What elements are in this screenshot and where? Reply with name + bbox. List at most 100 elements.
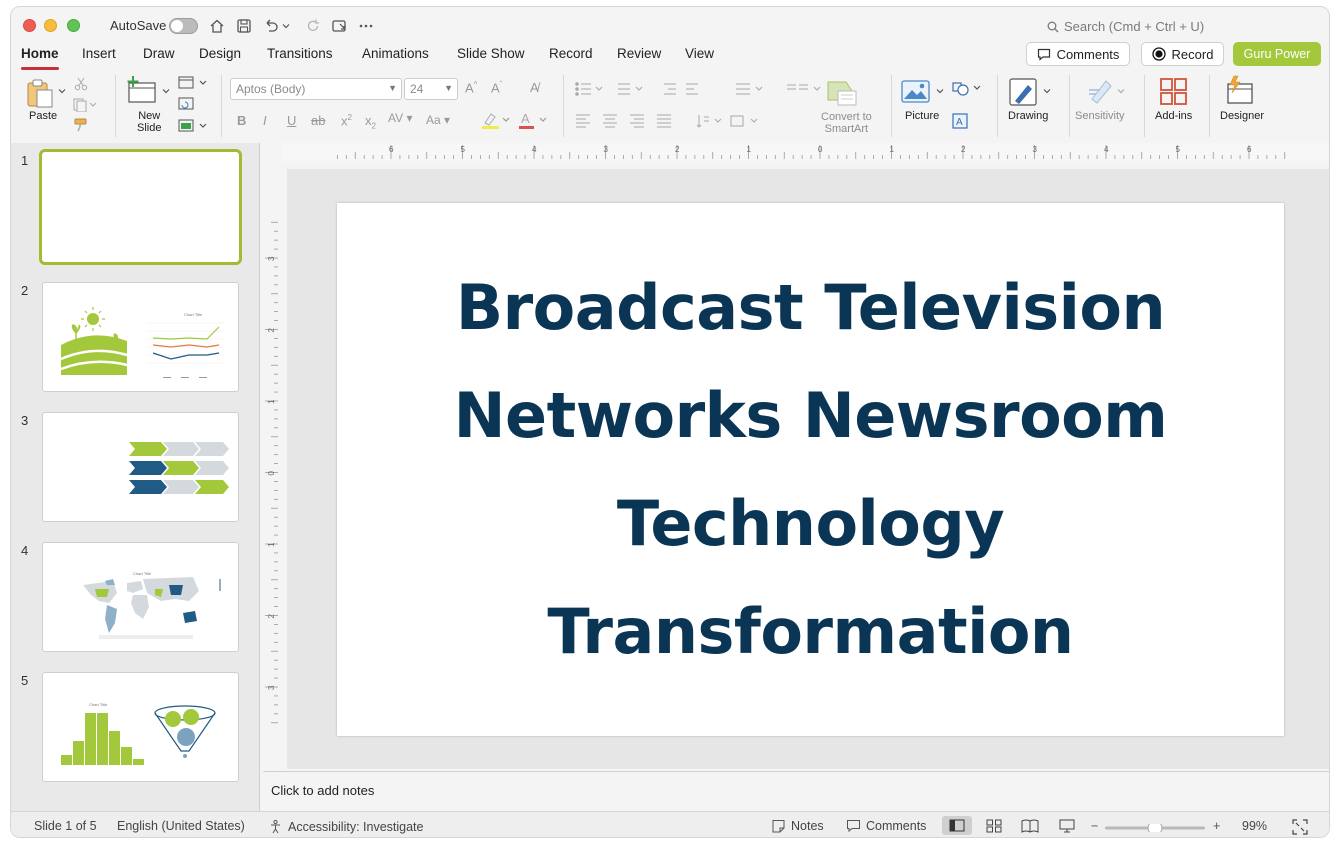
drawing-icon[interactable]	[1008, 77, 1040, 107]
close-window-button[interactable]	[23, 19, 36, 32]
zoom-level[interactable]: 99%	[1242, 819, 1267, 833]
record-button[interactable]: Record	[1141, 42, 1224, 66]
reading-view-button[interactable]	[1015, 816, 1045, 835]
text-direction-icons[interactable]	[695, 113, 775, 129]
subscript-icon[interactable]: x2	[365, 113, 376, 131]
strikethrough-icon[interactable]: ab	[311, 113, 325, 128]
columns-icon[interactable]	[784, 81, 824, 97]
comment-icon	[1037, 48, 1050, 61]
add-ins-label: Add-ins	[1155, 110, 1193, 122]
clear-formatting-icon[interactable]: A̸	[530, 80, 539, 95]
search-box[interactable]: Search (Cmd + Ctrl + U)	[1047, 19, 1204, 34]
slide-title-text[interactable]: Broadcast Television Networks Newsroom T…	[381, 254, 1241, 686]
undo-icon[interactable]	[261, 16, 281, 36]
paragraph-list-icons[interactable]	[574, 81, 774, 97]
drawing-dropdown-icon[interactable]	[1043, 87, 1051, 95]
increase-font-size-icon[interactable]: A^	[465, 80, 477, 95]
zoom-slider[interactable]	[1105, 824, 1209, 832]
new-slide-dropdown-icon[interactable]	[162, 87, 170, 95]
more-options-icon[interactable]	[356, 16, 376, 36]
superscript-icon[interactable]: x2	[341, 113, 352, 128]
layout-icon[interactable]	[178, 76, 208, 90]
tab-slide-show[interactable]: Slide Show	[457, 45, 525, 71]
tab-insert[interactable]: Insert	[82, 45, 116, 71]
tab-view[interactable]: View	[685, 45, 714, 71]
thumbnail-slide-3[interactable]	[42, 412, 239, 522]
notes-pane[interactable]: Click to add notes	[263, 771, 1329, 811]
change-case-icon[interactable]: Aa ▾	[426, 113, 450, 127]
tab-draw[interactable]: Draw	[143, 45, 175, 71]
section-icon[interactable]	[178, 119, 208, 133]
cut-icon[interactable]	[74, 77, 88, 91]
redo-icon[interactable]	[303, 16, 323, 36]
text-box-icon[interactable]: A	[952, 113, 968, 129]
thumbnail-slide-5[interactable]: Chart Title	[42, 672, 239, 782]
slide-show-view-button[interactable]	[1052, 816, 1082, 835]
tab-design[interactable]: Design	[199, 45, 241, 71]
copy-icon[interactable]	[73, 98, 97, 112]
ruler-label: 4	[1104, 145, 1109, 154]
decrease-font-size-icon[interactable]: Aˇ	[491, 80, 502, 95]
underline-icon[interactable]: U	[287, 113, 296, 128]
font-name-select[interactable]: Aptos (Body) ▼	[230, 78, 402, 100]
paste-icon[interactable]	[25, 77, 57, 109]
thumbnail-slide-4[interactable]: Chart Title	[42, 542, 239, 652]
shapes-icon[interactable]	[952, 80, 982, 98]
minimize-window-button[interactable]	[44, 19, 57, 32]
undo-dropdown-icon[interactable]	[281, 16, 291, 36]
normal-view-button[interactable]	[942, 816, 972, 835]
present-icon[interactable]	[329, 16, 349, 36]
paste-dropdown-icon[interactable]	[58, 87, 66, 95]
format-painter-icon[interactable]	[73, 118, 89, 132]
ruler-label: 6	[389, 145, 394, 154]
picture-dropdown-icon[interactable]	[936, 87, 944, 95]
accessibility-label: Accessibility: Investigate	[288, 819, 424, 834]
ruler-label: 2	[675, 145, 680, 154]
picture-label: Picture	[905, 110, 940, 122]
autosave-toggle[interactable]	[169, 18, 198, 34]
accessibility-checker[interactable]: Accessibility: Investigate	[268, 819, 423, 834]
bold-icon[interactable]: B	[237, 113, 246, 128]
fit-to-window-icon[interactable]	[1292, 819, 1308, 835]
character-spacing-icon[interactable]: AV ▾	[388, 111, 412, 125]
tab-home[interactable]: Home	[21, 45, 59, 71]
vertical-ruler[interactable]: 3 2 1 0 1 2 3	[263, 167, 279, 771]
current-slide[interactable]: Broadcast Television Networks Newsroom T…	[337, 203, 1284, 736]
thumbnail-slide-1[interactable]	[39, 149, 242, 265]
new-slide-icon[interactable]	[125, 75, 159, 105]
maximize-window-button[interactable]	[67, 19, 80, 32]
save-icon[interactable]	[234, 16, 254, 36]
zoom-out-icon[interactable]: −	[1091, 819, 1098, 833]
horizontal-ruler[interactable]: 6 5 4 3 2 1 0 1 2 3 4 5 6	[281, 143, 1330, 161]
home-icon[interactable]	[207, 16, 227, 36]
accessibility-icon	[271, 819, 280, 834]
sensitivity-dropdown-icon[interactable]	[1117, 87, 1125, 95]
font-size-select[interactable]: 24 ▼	[404, 78, 458, 100]
sensitivity-icon[interactable]	[1086, 77, 1114, 105]
convert-to-smartart-icon[interactable]	[826, 79, 858, 107]
language-indicator[interactable]: English (United States)	[117, 819, 245, 833]
guru-power-button[interactable]: Guru Power	[1233, 42, 1321, 66]
alignment-icons[interactable]	[574, 113, 684, 129]
ruler-label: 1	[747, 145, 752, 154]
tab-review[interactable]: Review	[617, 45, 661, 71]
zoom-in-icon[interactable]: +	[1213, 819, 1220, 833]
reset-slide-icon[interactable]	[178, 97, 194, 111]
thumbnail-slide-2[interactable]: Chart Title	[42, 282, 239, 392]
tab-transitions[interactable]: Transitions	[267, 45, 333, 71]
font-color-icon[interactable]: A	[518, 111, 548, 129]
italic-icon[interactable]: I	[263, 113, 267, 128]
slide-sorter-view-button[interactable]	[979, 816, 1009, 835]
highlight-color-icon[interactable]	[481, 111, 511, 129]
ruler-label: 1	[890, 145, 895, 154]
add-ins-icon[interactable]	[1159, 77, 1189, 107]
picture-icon[interactable]	[901, 79, 931, 105]
slide-thumbnails-pane[interactable]: 1 2 Chart Title 3 4 Chart Title 5 Chart …	[11, 143, 260, 811]
notes-toggle[interactable]: Notes	[771, 819, 824, 833]
tab-record[interactable]: Record	[549, 45, 593, 71]
tab-animations[interactable]: Animations	[362, 45, 429, 71]
designer-icon[interactable]	[1225, 75, 1257, 107]
comments-button[interactable]: Comments	[1026, 42, 1130, 66]
ruler-label: 6	[1247, 145, 1252, 154]
comments-toggle[interactable]: Comments	[846, 819, 926, 833]
